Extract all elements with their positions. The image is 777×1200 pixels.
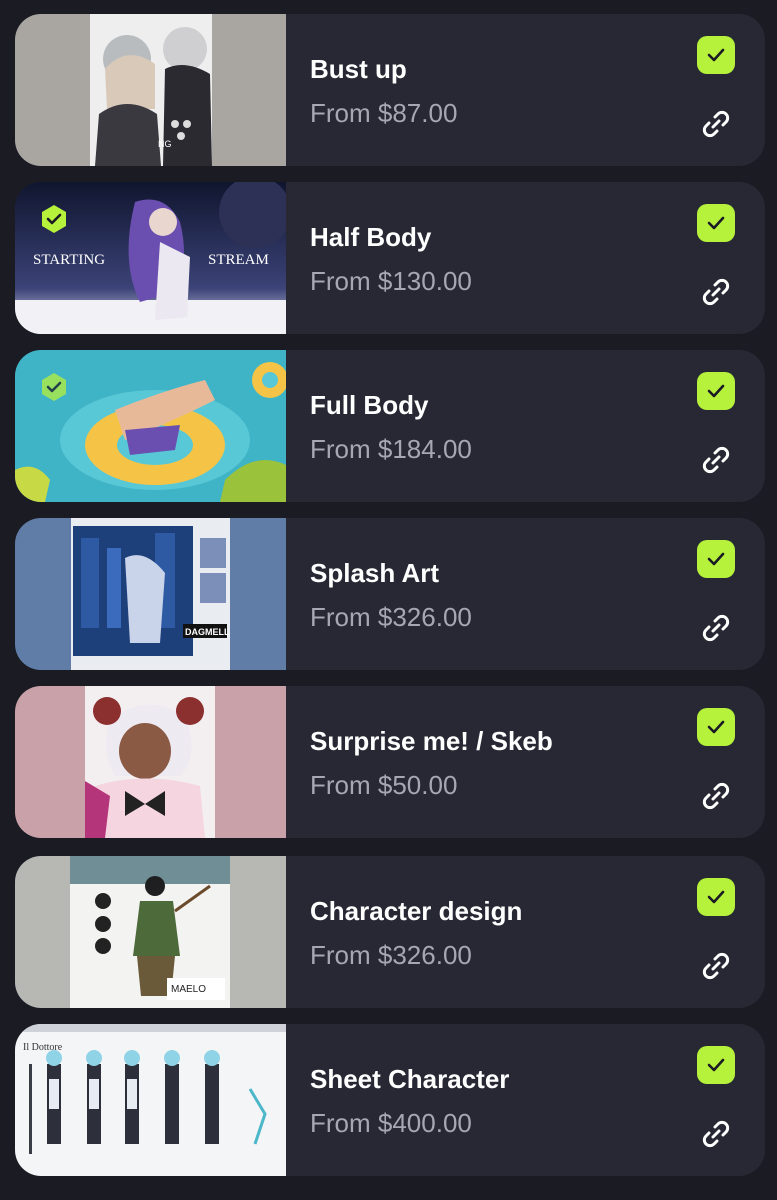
card-price: From $87.00 bbox=[310, 98, 458, 128]
commission-card-bust-up[interactable]: NG Bust up From $87.00 bbox=[15, 14, 765, 166]
link-icon[interactable] bbox=[698, 778, 734, 814]
check-icon[interactable] bbox=[697, 1046, 735, 1084]
thumbnail-character-design[interactable]: MAELO bbox=[15, 856, 286, 1008]
verified-badge-icon bbox=[39, 204, 69, 234]
link-icon[interactable] bbox=[698, 610, 734, 646]
card-title: Character design bbox=[310, 896, 523, 926]
link-icon[interactable] bbox=[698, 106, 734, 142]
check-icon[interactable] bbox=[697, 204, 735, 242]
card-price: From $326.00 bbox=[310, 940, 472, 970]
card-price: From $184.00 bbox=[310, 434, 472, 464]
link-icon[interactable] bbox=[698, 274, 734, 310]
thumbnail-bust-up[interactable]: NG bbox=[15, 14, 286, 166]
thumbnail-surprise-me[interactable] bbox=[15, 686, 286, 838]
commission-list: NG Bust up From $87.00 STARTING STREAM H… bbox=[0, 0, 777, 1200]
check-icon[interactable] bbox=[697, 372, 735, 410]
card-title: Half Body bbox=[310, 222, 432, 252]
verified-badge-icon bbox=[39, 372, 69, 402]
thumb-splash-label: DAGMELL bbox=[185, 627, 230, 637]
card-title: Splash Art bbox=[310, 558, 440, 588]
check-icon[interactable] bbox=[697, 708, 735, 746]
check-icon[interactable] bbox=[697, 36, 735, 74]
commission-card-sheet-character[interactable]: Il Dottore Sheet Character From $400.00 bbox=[15, 1024, 765, 1176]
thumb-bust-label: NG bbox=[158, 139, 172, 149]
commission-card-splash-art[interactable]: DAGMELL Splash Art From $326.00 bbox=[15, 518, 765, 670]
card-price: From $326.00 bbox=[310, 602, 472, 632]
thumb-design-label: MAELO bbox=[171, 984, 206, 995]
card-price: From $50.00 bbox=[310, 770, 458, 800]
thumb-stream-left: STARTING bbox=[33, 252, 105, 268]
link-icon[interactable] bbox=[698, 948, 734, 984]
thumbnail-splash-art[interactable]: DAGMELL bbox=[15, 518, 286, 670]
commission-card-character-design[interactable]: MAELO Character design From $326.00 bbox=[15, 856, 765, 1008]
card-price: From $130.00 bbox=[310, 266, 472, 296]
link-icon[interactable] bbox=[698, 1116, 734, 1152]
check-icon[interactable] bbox=[697, 540, 735, 578]
thumb-stream-right: STREAM bbox=[208, 252, 269, 268]
card-title: Bust up bbox=[310, 54, 407, 84]
card-price: From $400.00 bbox=[310, 1108, 472, 1138]
link-icon[interactable] bbox=[698, 442, 734, 478]
thumbnail-sheet-character[interactable]: Il Dottore bbox=[15, 1024, 286, 1176]
commission-card-half-body[interactable]: STARTING STREAM Half Body From $130.00 bbox=[15, 182, 765, 334]
commission-card-surprise-me[interactable]: Surprise me! / Skeb From $50.00 bbox=[15, 686, 765, 838]
card-title: Surprise me! / Skeb bbox=[310, 726, 553, 756]
commission-card-full-body[interactable]: Full Body From $184.00 bbox=[15, 350, 765, 502]
card-title: Sheet Character bbox=[310, 1064, 510, 1094]
card-title: Full Body bbox=[310, 390, 429, 420]
check-icon[interactable] bbox=[697, 878, 735, 916]
